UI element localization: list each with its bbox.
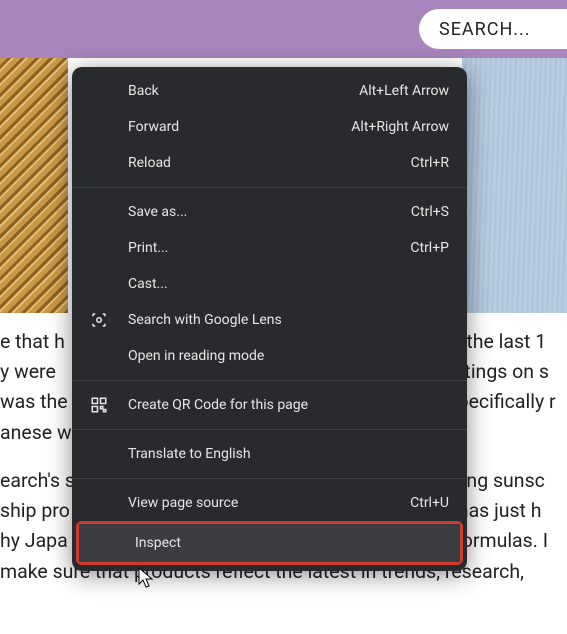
menu-item-back[interactable]: Back Alt+Left Arrow	[72, 73, 467, 109]
menu-label: Reload	[128, 155, 411, 171]
google-lens-icon	[90, 311, 128, 329]
menu-divider	[72, 429, 467, 430]
hero-image-left	[0, 58, 68, 313]
search-input[interactable]: SEARCH...	[419, 9, 567, 49]
menu-label: Create QR Code for this page	[128, 397, 449, 413]
menu-label: Print...	[128, 240, 410, 256]
menu-item-qr-code[interactable]: Create QR Code for this page	[72, 387, 467, 423]
qr-code-icon	[90, 396, 128, 414]
menu-label: Forward	[128, 119, 351, 135]
menu-item-forward[interactable]: Forward Alt+Right Arrow	[72, 109, 467, 145]
menu-label: Inspect	[135, 535, 442, 551]
menu-item-reading-mode[interactable]: Open in reading mode	[72, 338, 467, 374]
menu-divider	[72, 478, 467, 479]
menu-label: View page source	[128, 495, 410, 511]
site-header: SEARCH...	[0, 0, 567, 58]
menu-shortcut: Ctrl+S	[411, 204, 449, 220]
menu-shortcut: Ctrl+U	[410, 495, 449, 511]
menu-label: Translate to English	[128, 446, 449, 462]
menu-label: Cast...	[128, 276, 449, 292]
menu-label: Open in reading mode	[128, 348, 449, 364]
search-placeholder: SEARCH...	[439, 19, 531, 40]
menu-shortcut: Ctrl+R	[411, 155, 449, 171]
menu-item-translate[interactable]: Translate to English	[72, 436, 467, 472]
menu-item-cast[interactable]: Cast...	[72, 266, 467, 302]
menu-label: Back	[128, 83, 359, 99]
menu-shortcut: Ctrl+P	[410, 240, 449, 256]
menu-label: Save as...	[128, 204, 411, 220]
menu-item-inspect[interactable]: Inspect	[79, 524, 460, 562]
menu-item-view-source[interactable]: View page source Ctrl+U	[72, 485, 467, 521]
menu-label: Search with Google Lens	[128, 312, 449, 328]
inspect-highlight: Inspect	[76, 521, 463, 565]
menu-shortcut: Alt+Left Arrow	[359, 83, 449, 99]
menu-shortcut: Alt+Right Arrow	[351, 119, 449, 135]
browser-context-menu: Back Alt+Left Arrow Forward Alt+Right Ar…	[72, 67, 467, 571]
menu-item-reload[interactable]: Reload Ctrl+R	[72, 145, 467, 181]
menu-item-save-as[interactable]: Save as... Ctrl+S	[72, 194, 467, 230]
hero-image-right	[462, 58, 567, 313]
menu-divider	[72, 380, 467, 381]
menu-item-print[interactable]: Print... Ctrl+P	[72, 230, 467, 266]
menu-item-google-lens[interactable]: Search with Google Lens	[72, 302, 467, 338]
menu-divider	[72, 187, 467, 188]
